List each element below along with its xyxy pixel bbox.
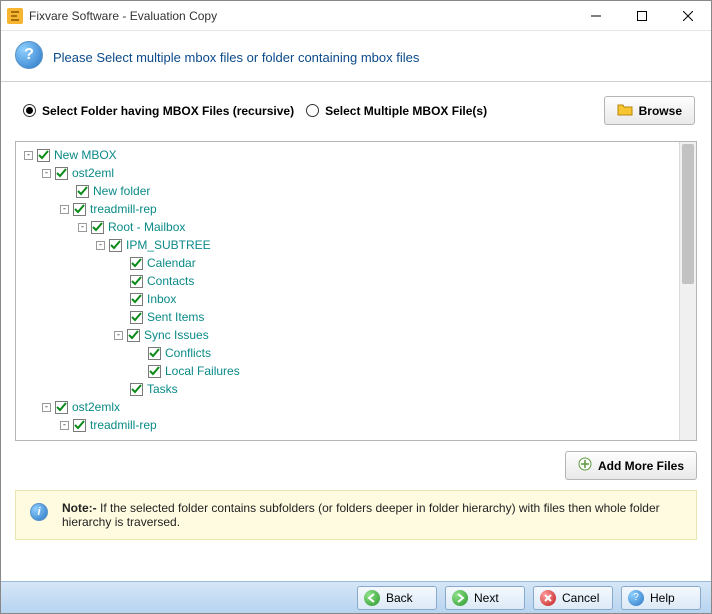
checkbox-checked[interactable] bbox=[130, 257, 143, 270]
folder-tree-pane: - New MBOX - ost2eml bbox=[15, 141, 697, 441]
scrollbar-thumb[interactable] bbox=[682, 144, 694, 284]
note-body: If the selected folder contains subfolde… bbox=[62, 501, 660, 529]
tree-node-sync-issues[interactable]: - Sync Issues bbox=[114, 326, 679, 344]
checkbox-checked[interactable] bbox=[109, 239, 122, 252]
collapse-icon[interactable]: - bbox=[24, 151, 33, 160]
cancel-icon bbox=[540, 590, 556, 606]
collapse-icon[interactable]: - bbox=[78, 223, 87, 232]
collapse-icon[interactable]: - bbox=[60, 205, 69, 214]
radio-checked-icon bbox=[23, 104, 36, 117]
tree-leaf-icon bbox=[60, 185, 72, 197]
cancel-button[interactable]: Cancel bbox=[533, 586, 613, 610]
tree-node-treadmill-rep-2[interactable]: - treadmill-rep bbox=[60, 416, 679, 434]
help-icon: ? bbox=[15, 41, 43, 69]
selection-options: Select Folder having MBOX Files (recursi… bbox=[1, 82, 711, 135]
titlebar: Fixvare Software - Evaluation Copy bbox=[1, 1, 711, 31]
note-text: Note:- If the selected folder contains s… bbox=[62, 501, 682, 529]
checkbox-checked[interactable] bbox=[127, 329, 140, 342]
checkbox-checked[interactable] bbox=[55, 167, 68, 180]
checkbox-checked[interactable] bbox=[148, 365, 161, 378]
help-label: Help bbox=[650, 591, 675, 605]
scrollbar[interactable] bbox=[679, 142, 696, 440]
back-label: Back bbox=[386, 591, 413, 605]
help-button[interactable]: ? Help bbox=[621, 586, 701, 610]
tree-node-conflicts[interactable]: Conflicts bbox=[132, 344, 679, 362]
tree-node-local-failures[interactable]: Local Failures bbox=[132, 362, 679, 380]
tree-node-contacts[interactable]: Contacts bbox=[114, 272, 679, 290]
window-maximize-button[interactable] bbox=[619, 1, 665, 31]
checkbox-checked[interactable] bbox=[73, 419, 86, 432]
question-icon: ? bbox=[628, 590, 644, 606]
tree-node-calendar[interactable]: Calendar bbox=[114, 254, 679, 272]
next-label: Next bbox=[474, 591, 499, 605]
note-prefix: Note:- bbox=[62, 501, 97, 515]
app-icon bbox=[7, 8, 23, 24]
checkbox-checked[interactable] bbox=[130, 383, 143, 396]
tree-node-inbox[interactable]: Inbox bbox=[114, 290, 679, 308]
cancel-label: Cancel bbox=[562, 591, 599, 605]
tree-node-new-mbox[interactable]: - New MBOX bbox=[24, 146, 679, 164]
header-text: Please Select multiple mbox files or fol… bbox=[53, 46, 419, 65]
radio-select-folder[interactable]: Select Folder having MBOX Files (recursi… bbox=[23, 104, 294, 118]
window-title: Fixvare Software - Evaluation Copy bbox=[29, 9, 573, 23]
radio-unchecked-icon bbox=[306, 104, 319, 117]
folder-tree[interactable]: - New MBOX - ost2eml bbox=[16, 142, 679, 440]
checkbox-checked[interactable] bbox=[55, 401, 68, 414]
add-more-files-label: Add More Files bbox=[598, 459, 684, 473]
radio-folder-label: Select Folder having MBOX Files (recursi… bbox=[42, 104, 294, 118]
checkbox-checked[interactable] bbox=[130, 311, 143, 324]
collapse-icon[interactable]: - bbox=[114, 331, 123, 340]
collapse-icon[interactable]: - bbox=[42, 169, 51, 178]
tree-node-treadmill-rep[interactable]: - treadmill-rep bbox=[60, 200, 679, 218]
wizard-footer: Back Next Cancel ? Help bbox=[1, 581, 711, 613]
window-close-button[interactable] bbox=[665, 1, 711, 31]
tree-node-ost2emlx[interactable]: - ost2emlx bbox=[42, 398, 679, 416]
browse-label: Browse bbox=[639, 104, 682, 118]
note-panel: i Note:- If the selected folder contains… bbox=[15, 490, 697, 540]
tree-node-tasks[interactable]: Tasks bbox=[114, 380, 679, 398]
tree-node-ost2eml[interactable]: - ost2eml bbox=[42, 164, 679, 182]
checkbox-checked[interactable] bbox=[76, 185, 89, 198]
folder-open-icon bbox=[617, 102, 633, 119]
plus-icon bbox=[578, 457, 592, 474]
checkbox-checked[interactable] bbox=[148, 347, 161, 360]
radio-select-files[interactable]: Select Multiple MBOX File(s) bbox=[306, 104, 487, 118]
next-button[interactable]: Next bbox=[445, 586, 525, 610]
checkbox-checked[interactable] bbox=[130, 293, 143, 306]
checkbox-checked[interactable] bbox=[130, 275, 143, 288]
tree-node-ipm-subtree[interactable]: - IPM_SUBTREE bbox=[96, 236, 679, 254]
browse-button[interactable]: Browse bbox=[604, 96, 695, 125]
back-button[interactable]: Back bbox=[357, 586, 437, 610]
collapse-icon[interactable]: - bbox=[60, 421, 69, 430]
radio-files-label: Select Multiple MBOX File(s) bbox=[325, 104, 487, 118]
arrow-left-icon bbox=[364, 590, 380, 606]
tree-node-sent-items[interactable]: Sent Items bbox=[114, 308, 679, 326]
info-icon: i bbox=[30, 503, 48, 521]
collapse-icon[interactable]: - bbox=[42, 403, 51, 412]
add-more-files-button[interactable]: Add More Files bbox=[565, 451, 697, 480]
arrow-right-icon bbox=[452, 590, 468, 606]
tree-node-root-mailbox[interactable]: - Root - Mailbox bbox=[78, 218, 679, 236]
checkbox-checked[interactable] bbox=[73, 203, 86, 216]
checkbox-checked[interactable] bbox=[37, 149, 50, 162]
page-header: ? Please Select multiple mbox files or f… bbox=[1, 31, 711, 75]
checkbox-checked[interactable] bbox=[91, 221, 104, 234]
window-minimize-button[interactable] bbox=[573, 1, 619, 31]
tree-node-new-folder[interactable]: New folder bbox=[60, 182, 679, 200]
collapse-icon[interactable]: - bbox=[96, 241, 105, 250]
